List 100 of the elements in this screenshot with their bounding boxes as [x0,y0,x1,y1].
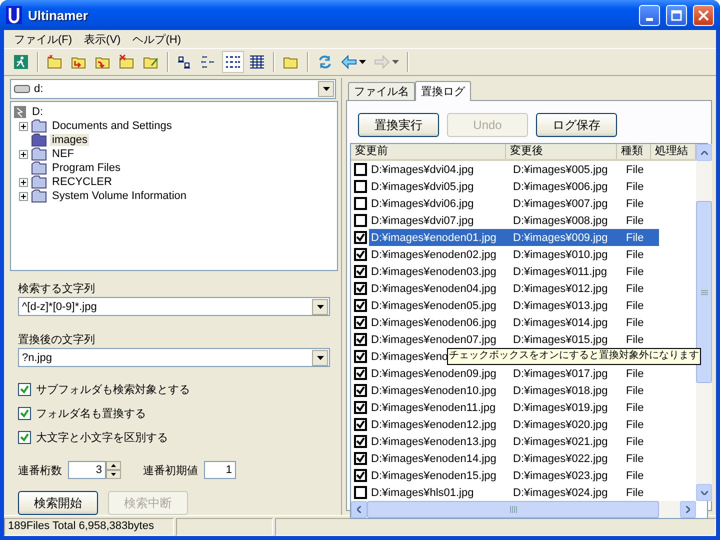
menu-item[interactable]: ヘルプ(H) [126,32,187,46]
table-cell-text: File [625,436,645,448]
table-cell-text: D:¥images¥021.jpg [512,436,609,448]
table-row[interactable]: D:¥images¥dvi04.jpg D:¥images¥005.jpg File [369,161,659,178]
tab[interactable]: 置換ログ [415,81,471,101]
table-cell-text: File [625,316,645,328]
tab[interactable]: ファイル名 [348,82,415,100]
table-row[interactable]: D:¥images¥enoden12.jpg D:¥images¥020.jpg File [369,416,659,433]
tree-item[interactable]: NEF [50,148,76,160]
table-cell-text: D:¥images¥enoden04.jpg [370,282,498,294]
checkbox[interactable] [354,435,366,448]
table-cell-text: D:¥images¥dvi07.jpg [370,214,475,226]
table-cell-text: D:¥images¥enoden11.jpg [370,402,497,414]
table-row[interactable]: D:¥images¥enoden09.jpg D:¥images¥017.jpg File [369,365,659,382]
table-cell-text: D:¥images¥hls01.jpg [370,486,475,498]
checkbox[interactable] [354,469,366,482]
maximize-button[interactable] [666,4,687,26]
menu-item[interactable]: 表示(V) [78,32,127,46]
checkbox[interactable] [354,418,366,431]
checkbox[interactable] [354,486,366,499]
checkbox[interactable] [354,384,366,397]
checkbox[interactable] [354,282,366,295]
table-cell-text: D:¥images¥013.jpg [512,300,609,312]
checkbox[interactable] [354,367,366,380]
log-button[interactable]: ログ保存 [536,113,617,137]
minimize-button[interactable] [639,4,660,26]
table-row[interactable]: D:¥images¥enoden05.jpg D:¥images¥013.jpg File [369,297,659,314]
table-cell-text: File [625,198,645,210]
new-folder-icon [47,54,63,70]
toolbar-button[interactable] [222,51,244,73]
checkbox[interactable] [354,180,366,193]
checkbox[interactable] [354,350,366,363]
checkbox[interactable] [354,333,366,346]
tree-item[interactable]: D: [30,106,45,118]
table-cell-text: D:¥images¥enoden06.jpg [370,316,498,328]
checkbox[interactable] [354,163,366,176]
log-button[interactable]: 置換実行 [358,113,439,137]
table-cell-text: D:¥images¥enoden01.jpg [370,232,498,244]
column-header[interactable]: 変更後 [506,144,617,159]
checkbox[interactable] [354,316,366,329]
table-row[interactable]: D:¥images¥enoden07.jpg D:¥images¥015.jpg File [369,331,659,348]
field-label: 連番初期値 [143,464,198,478]
expand-icon[interactable] [19,150,28,158]
table-row[interactable]: D:¥images¥enoden14.jpg D:¥images¥022.jpg File [369,450,659,467]
caret-icon [392,60,399,64]
search-field[interactable]: ^[d-z]*[0-9]*.jpg [18,297,330,316]
tree-item[interactable]: Documents and Settings [50,120,174,132]
table-row[interactable]: D:¥images¥enoden13.jpg D:¥images¥021.jpg File [369,433,659,450]
spinner[interactable] [106,461,121,479]
checkbox[interactable] [354,214,366,227]
running-man-icon [13,54,29,70]
table-row[interactable]: D:¥images¥enoden15.jpg D:¥images¥023.jpg File [369,467,659,484]
expand-icon[interactable] [19,122,28,130]
tree-item[interactable]: System Volume Information [50,190,189,202]
checkbox[interactable] [354,248,366,261]
expand-icon[interactable] [19,178,28,186]
checkbox-label: サブフォルダも検索対象とする [36,382,190,396]
horizontal-scrollbar[interactable] [351,501,696,518]
checkbox[interactable] [354,299,366,312]
tree-item[interactable]: images [50,134,90,146]
expand-icon[interactable] [19,192,28,200]
table-cell-text: D:¥images¥enoden03.jpg [370,266,498,278]
checkbox[interactable] [18,406,31,420]
search-button[interactable]: 検索開始 [18,491,98,515]
start-field[interactable]: 1 [204,461,236,479]
close-button[interactable] [693,4,714,26]
tree-item[interactable]: Program Files [50,162,122,174]
table-row[interactable]: D:¥images¥enoden06.jpg D:¥images¥014.jpg File [369,314,659,331]
replace-field[interactable]: ?n.jpg [18,348,330,367]
checkbox[interactable] [354,401,366,414]
folder-icon [31,189,47,203]
table-row[interactable]: D:¥images¥enoden02.jpg D:¥images¥010.jpg File [369,246,659,263]
table-row[interactable]: D:¥images¥dvi07.jpg D:¥images¥008.jpg File [369,212,659,229]
column-header[interactable]: 変更前 [351,144,506,159]
table-row[interactable]: D:¥images¥enoden03.jpg D:¥images¥011.jpg File [369,263,659,280]
drive-dropdown[interactable]: d: [10,79,336,99]
table-cell-text: D:¥images¥enoden12.jpg [370,418,498,430]
checkbox[interactable] [354,231,366,244]
table-cell-text: D:¥images¥enoden13.jpg [370,436,498,448]
table-row[interactable]: D:¥images¥enoden01.jpg D:¥images¥009.jpg File [369,229,659,246]
digits-field[interactable]: 3 [68,461,106,479]
table-row[interactable]: D:¥images¥enoden10.jpg D:¥images¥018.jpg File [369,382,659,399]
checkbox[interactable] [354,452,366,465]
table-cell-text: D:¥images¥enoden14.jpg [370,452,498,464]
checkbox[interactable] [18,382,31,396]
folder-icon [31,119,47,133]
table-row[interactable]: D:¥images¥enoden11.jpg D:¥images¥019.jpg File [369,399,659,416]
table-row[interactable]: D:¥images¥enoden04.jpg D:¥images¥012.jpg File [369,280,659,297]
table-cell-text: File [625,452,645,464]
table-row[interactable]: D:¥images¥dvi06.jpg D:¥images¥007.jpg File [369,195,659,212]
table-row[interactable]: D:¥images¥dvi05.jpg D:¥images¥006.jpg File [369,178,659,195]
checkbox[interactable] [354,265,366,278]
checkbox[interactable] [354,197,366,210]
tree-item[interactable]: RECYCLER [50,176,114,188]
column-header[interactable]: 種類 [617,144,651,159]
table-row[interactable]: D:¥images¥hls01.jpg D:¥images¥024.jpg File [369,484,659,501]
checkbox[interactable] [18,430,31,444]
table-cell-text: D:¥images¥enoden15.jpg [370,470,498,482]
refresh-icon [317,54,333,70]
menu-item[interactable]: ファイル(F) [8,32,78,46]
